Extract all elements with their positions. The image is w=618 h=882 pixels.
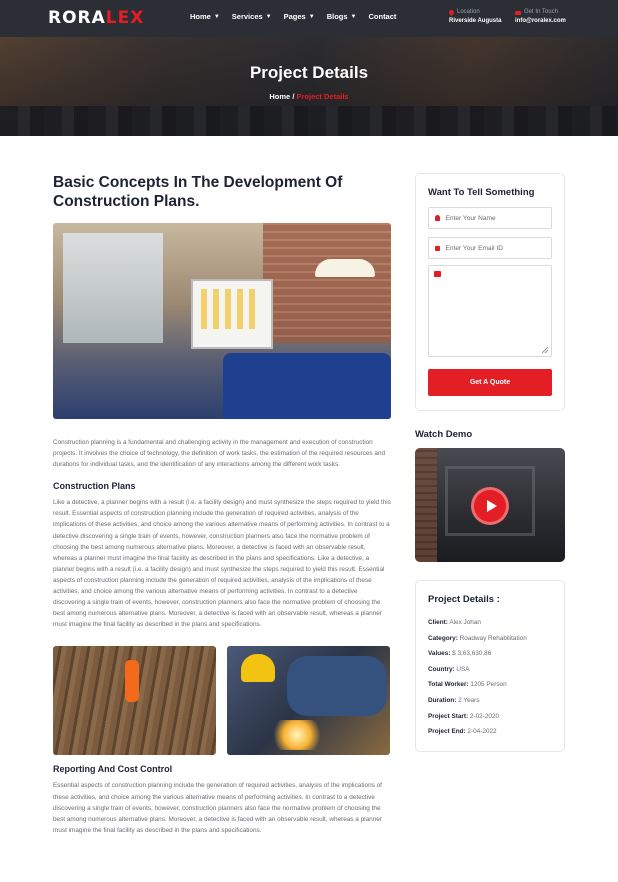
- detail-row-client: Client: Alex Johan: [428, 615, 552, 631]
- detail-row-category: Category: Roadway Rehabilitation: [428, 631, 552, 647]
- quote-form: Want To Tell Something Get A Quote: [415, 173, 565, 411]
- page-banner: Project Details Home / Project Details: [0, 37, 618, 136]
- detail-label: Client:: [428, 619, 448, 626]
- detail-label: Total Worker:: [428, 681, 469, 689]
- details-title: Project Details :: [428, 594, 500, 605]
- detail-label: Country:: [428, 665, 455, 673]
- nav-label: Home: [190, 12, 211, 21]
- detail-row-project-start: Project Start: 2-02-2020: [428, 709, 552, 725]
- breadcrumb-current: Project Details: [296, 92, 349, 101]
- detail-value: USA: [456, 665, 470, 673]
- play-icon[interactable]: [471, 487, 509, 525]
- article: Basic Concepts In The Development Of Con…: [53, 173, 391, 836]
- watch-demo-title: Watch Demo: [415, 429, 473, 440]
- nav-item-services[interactable]: Services ▼: [232, 12, 272, 21]
- contact-label: Get In Touch: [524, 9, 558, 15]
- envelope-icon: [515, 10, 521, 15]
- detail-value: Roadway Rehabilitation: [459, 634, 527, 642]
- section-title: Reporting And Cost Control: [53, 764, 173, 775]
- name-field[interactable]: [428, 207, 552, 229]
- article-intro: Construction planning is a fundamental a…: [53, 439, 386, 469]
- nav-label: Contact: [368, 12, 397, 21]
- detail-label: Project Start:: [428, 712, 469, 720]
- detail-value: Alex Johan: [449, 619, 481, 626]
- detail-row-country: Country: USA: [428, 662, 552, 678]
- email-input[interactable]: [445, 244, 545, 252]
- name-input[interactable]: [445, 214, 545, 222]
- nav-item-home[interactable]: Home ▼: [190, 12, 220, 21]
- nav-item-pages[interactable]: Pages ▼: [284, 12, 315, 21]
- header-location: Location Riverside Augusta: [447, 8, 502, 26]
- site-logo[interactable]: RORALEX: [48, 8, 144, 29]
- nav-label: Pages: [283, 12, 306, 21]
- detail-label: Project End:: [428, 728, 466, 736]
- detail-row-duration: Duration: 2 Years: [428, 693, 552, 709]
- nav-label: Services: [231, 12, 263, 21]
- detail-row-total-worker: Total Worker: 1205 Person: [428, 677, 552, 693]
- team-meeting-image: [53, 223, 391, 419]
- detail-value: 2 Years: [458, 696, 480, 704]
- breadcrumb: Home / Project Details: [0, 92, 618, 101]
- demo-video[interactable]: [415, 448, 565, 562]
- detail-value: 2-04-2022: [467, 728, 497, 736]
- nav-item-contact[interactable]: Contact: [368, 12, 396, 21]
- section-text: Like a detective, a planner begins with …: [53, 499, 391, 629]
- logo-text-accent: LEX: [105, 8, 145, 28]
- breadcrumb-home[interactable]: Home: [269, 92, 290, 101]
- section-text: Essential aspects of construction planni…: [53, 782, 382, 834]
- user-icon: [435, 215, 441, 221]
- contact-email[interactable]: info@roralex.com: [515, 17, 566, 26]
- nav-item-blogs[interactable]: Blogs ▼: [327, 12, 357, 21]
- detail-value: $ 3,63,630.86: [452, 650, 492, 658]
- location-value: Riverside Augusta: [449, 18, 502, 24]
- message-icon: [434, 271, 441, 277]
- detail-label: Duration:: [428, 696, 457, 704]
- construction-worker-image: [53, 646, 216, 756]
- welder-image: [227, 646, 390, 756]
- chevron-down-icon: ▼: [265, 13, 272, 20]
- email-field[interactable]: [428, 237, 552, 259]
- page-title: Project Details: [249, 63, 369, 82]
- chevron-down-icon: ▼: [213, 13, 220, 20]
- image-gallery: [53, 646, 391, 756]
- banner-skyline-image: [0, 106, 618, 136]
- project-details-card: Project Details : Client: Alex Johan Cat…: [415, 580, 565, 752]
- chevron-down-icon: ▼: [308, 13, 315, 20]
- main-nav: Home ▼ Services ▼ Pages ▼ Blogs ▼ Contact: [190, 12, 396, 21]
- detail-label: Category:: [428, 634, 458, 642]
- detail-value: 1205 Person: [470, 681, 507, 689]
- envelope-icon: [435, 245, 441, 251]
- get-quote-button[interactable]: Get A Quote: [428, 369, 552, 396]
- message-textarea[interactable]: [428, 265, 552, 357]
- detail-value: 2-02-2020: [469, 712, 500, 720]
- breadcrumb-separator: /: [292, 92, 295, 101]
- detail-row-project-end: Project End: 2-04-2022: [428, 724, 552, 740]
- nav-label: Blogs: [326, 12, 348, 21]
- detail-label: Values:: [428, 650, 451, 658]
- top-navbar: RORALEX Home ▼ Services ▼ Pages ▼ Blogs ▼ Co…: [0, 0, 618, 37]
- section-title: Construction Plans: [53, 481, 136, 492]
- location-label: Location: [457, 9, 480, 15]
- header-contact: Get In Touch info@roralex.com: [515, 8, 566, 26]
- logo-text-main: RORA: [48, 8, 106, 28]
- detail-row-values: Values: $ 3,63,630.86: [428, 646, 552, 662]
- form-title: Want To Tell Something: [428, 187, 535, 198]
- article-title: Basic Concepts In The Development Of Con…: [53, 174, 343, 210]
- chevron-down-icon: ▼: [350, 13, 357, 20]
- location-pin-icon: [447, 8, 456, 17]
- resize-handle-icon[interactable]: [542, 347, 548, 353]
